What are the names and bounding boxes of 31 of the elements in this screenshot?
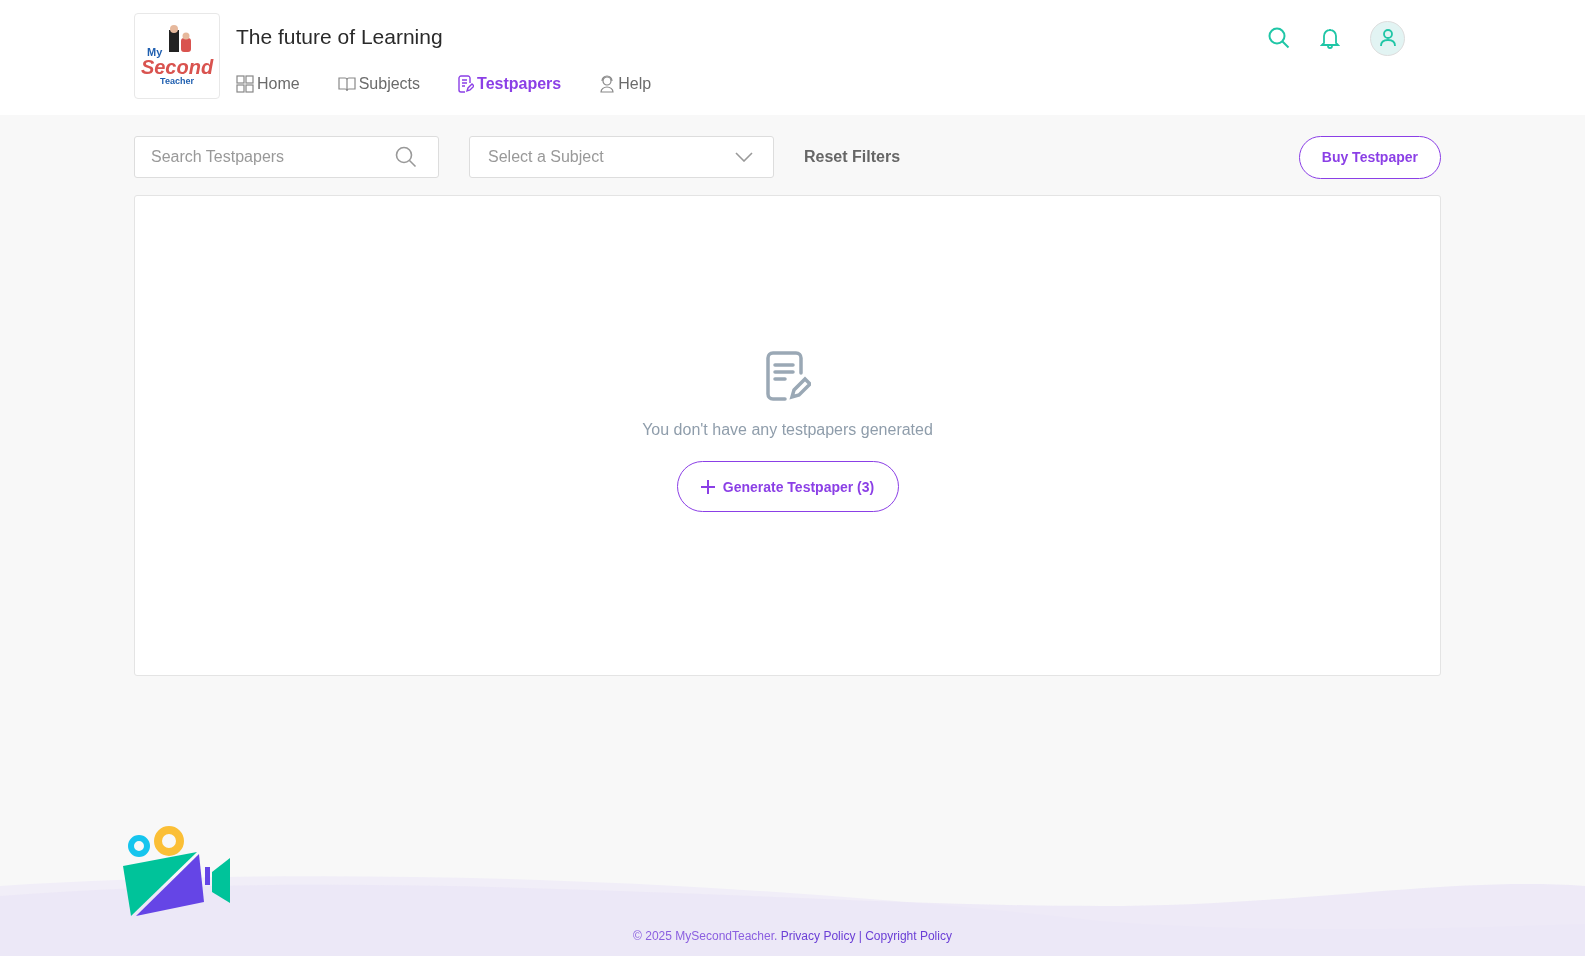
footer-text: © 2025 MySecondTeacher. Privacy Policy | Copyright Policy bbox=[632, 929, 953, 943]
reset-filters-button[interactable]: Reset Filters bbox=[804, 148, 901, 166]
person-headset-icon bbox=[599, 75, 616, 93]
nav-tab[interactable]: Help bbox=[599, 75, 652, 93]
nav-tab[interactable]: Testpapers bbox=[458, 75, 562, 93]
empty-message: You don't have any testpapers generated bbox=[642, 421, 933, 439]
buy-testpaper-button[interactable]: Buy Testpaper bbox=[1298, 135, 1441, 179]
user-icon bbox=[1379, 29, 1396, 47]
logo-text: Second bbox=[140, 58, 214, 76]
logo-text: Teacher bbox=[160, 76, 194, 86]
policy-link[interactable]: Copyright Policy bbox=[865, 929, 952, 943]
search-icon bbox=[395, 146, 417, 168]
document-pencil-icon bbox=[458, 75, 475, 93]
policy-link[interactable]: Privacy Policy bbox=[780, 929, 856, 943]
separator: | bbox=[858, 929, 862, 943]
document-pencil-icon bbox=[764, 351, 811, 401]
tagline: The future of Learning bbox=[236, 25, 444, 49]
generate-testpaper-button[interactable]: Generate Testpaper (3) bbox=[676, 461, 899, 512]
grid-icon bbox=[236, 75, 254, 93]
nav-tab[interactable]: Subjects bbox=[337, 75, 421, 93]
logo[interactable]: My Second Teacher bbox=[134, 13, 220, 99]
bell-icon[interactable] bbox=[1320, 27, 1340, 49]
chevron-down-icon bbox=[735, 152, 753, 162]
subject-dropdown[interactable]: Select a Subject bbox=[469, 136, 774, 178]
logo-text: My bbox=[147, 47, 163, 58]
plus-icon bbox=[700, 479, 715, 494]
search-field[interactable]: Search Testpapers bbox=[134, 136, 439, 178]
nav-tab[interactable]: Home bbox=[236, 75, 300, 93]
book-icon bbox=[337, 76, 356, 92]
user-avatar[interactable] bbox=[1370, 20, 1405, 56]
search-icon[interactable] bbox=[1268, 27, 1290, 49]
